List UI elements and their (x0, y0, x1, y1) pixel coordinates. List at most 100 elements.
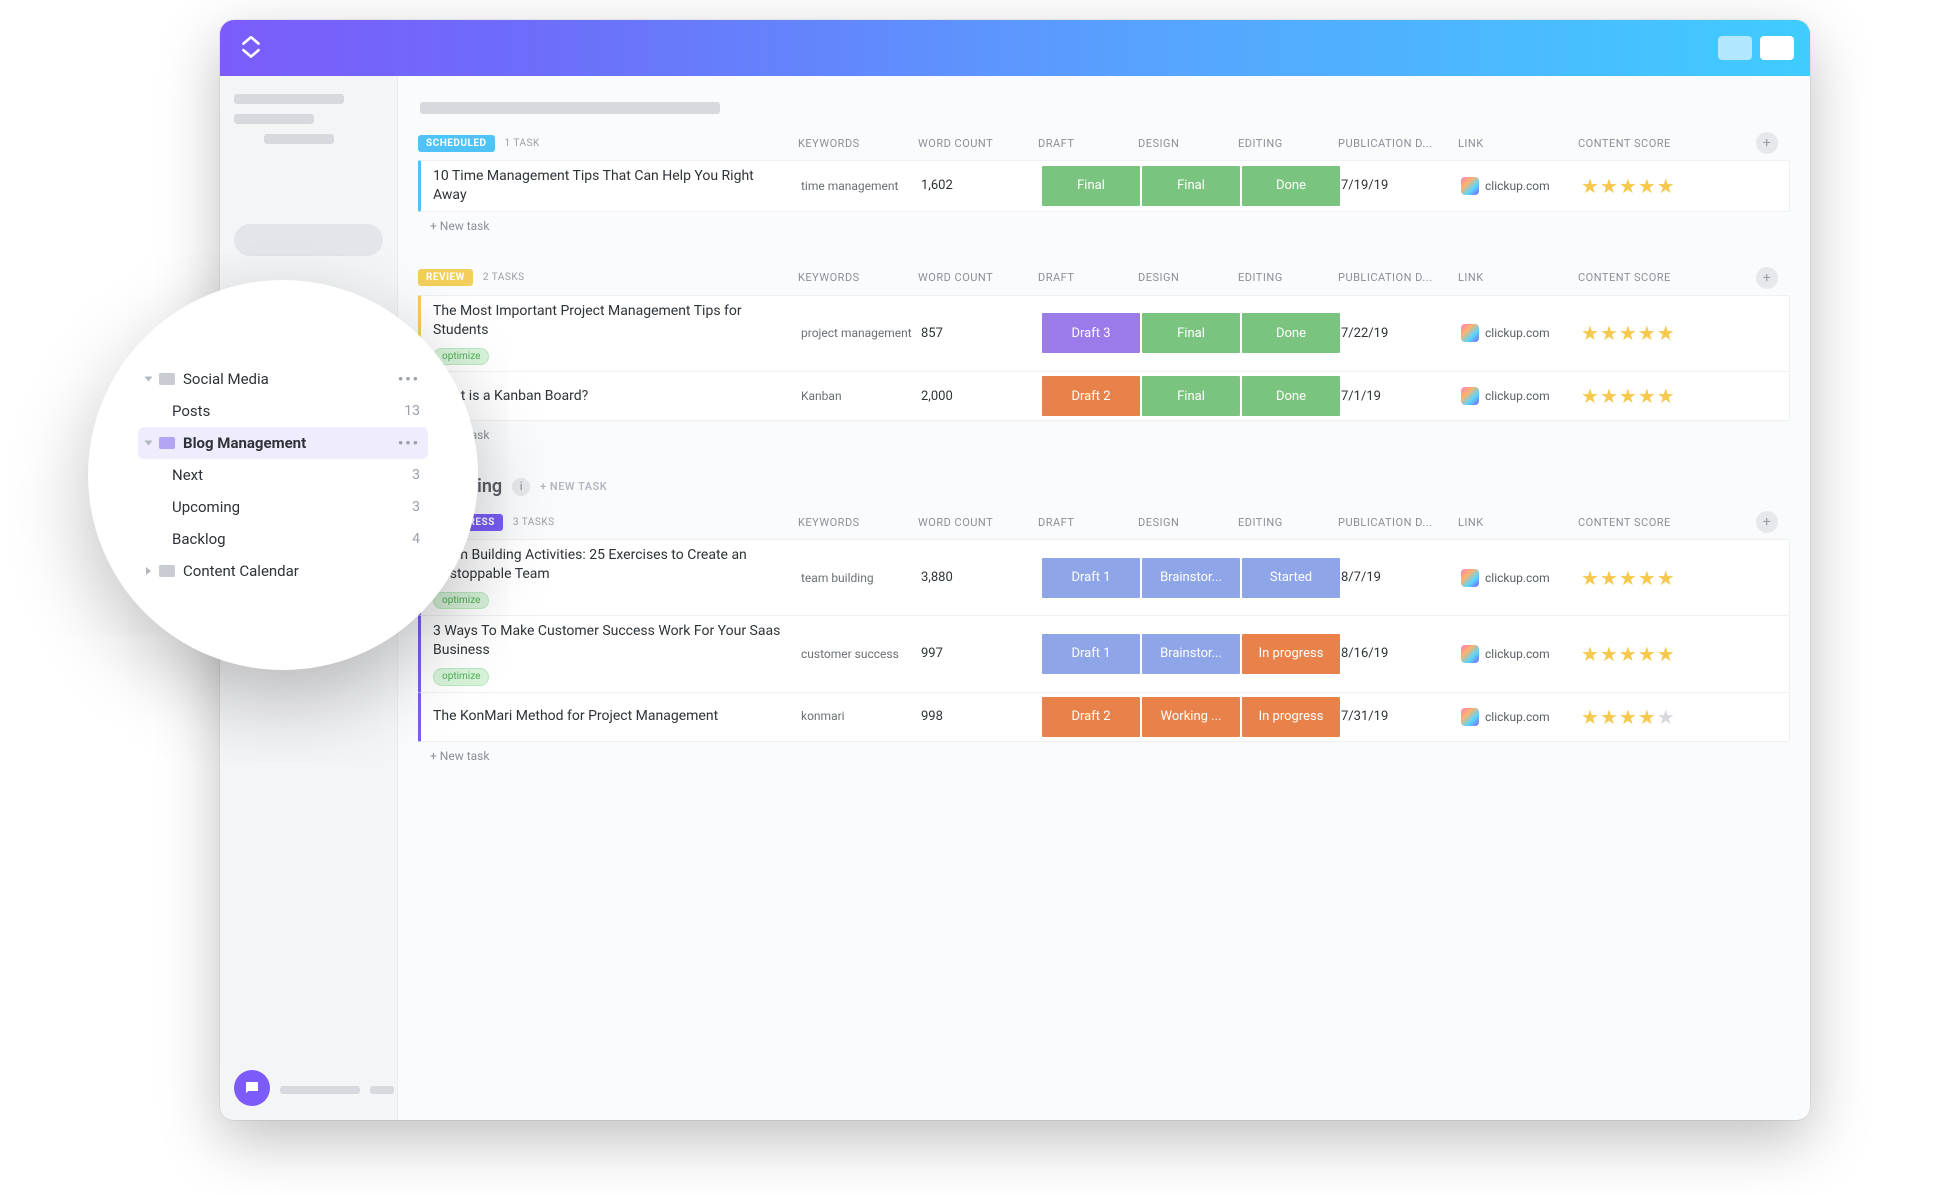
new-task-button[interactable]: + New task (418, 420, 1790, 450)
content-score-stars[interactable]: ★★★★★ (1581, 384, 1751, 408)
link-text: clickup.com (1485, 326, 1550, 340)
draft-status-cell[interactable]: Draft 1 (1042, 558, 1140, 598)
link-favicon-icon (1461, 177, 1479, 195)
sidebar-zoom-bubble: Social Media•••Posts13Blog Management•••… (88, 280, 478, 670)
content-score-stars[interactable]: ★★★★★ (1581, 321, 1751, 345)
design-status-cell[interactable]: Brainstor... (1142, 634, 1240, 674)
star-icon: ★ (1600, 384, 1619, 408)
content-score-stars[interactable]: ★★★★★ (1581, 705, 1751, 729)
sidebar-folder[interactable]: Content Calendar (138, 555, 428, 587)
editing-status-cell[interactable]: In progress (1242, 634, 1340, 674)
sidebar-folder[interactable]: Social Media••• (138, 363, 428, 395)
editing-status-cell[interactable]: Started (1242, 558, 1340, 598)
column-header-pub_date[interactable]: PUBLICATION D... (1338, 516, 1458, 529)
window-maximize-button[interactable] (1760, 36, 1794, 60)
task-title[interactable]: Team Building Activities: 25 Exercises t… (421, 546, 801, 609)
draft-status-cell[interactable]: Draft 1 (1042, 634, 1140, 674)
new-task-button[interactable]: + New task (418, 211, 1790, 241)
column-header-design[interactable]: DESIGN (1138, 516, 1238, 529)
task-row[interactable]: The KonMari Method for Project Managemen… (418, 692, 1790, 742)
link-cell[interactable]: clickup.com (1461, 645, 1581, 663)
status-pill[interactable]: SCHEDULED (418, 135, 495, 152)
design-status-cell[interactable]: Final (1142, 166, 1240, 206)
draft-status-cell[interactable]: Draft 2 (1042, 697, 1140, 737)
column-header-content_score[interactable]: CONTENT SCORE (1578, 516, 1748, 529)
draft-status-cell[interactable]: Final (1042, 166, 1140, 206)
add-column-button[interactable]: + (1756, 132, 1778, 154)
task-row[interactable]: 10 Time Management Tips That Can Help Yo… (418, 160, 1790, 212)
task-title[interactable]: 10 Time Management Tips That Can Help Yo… (421, 167, 801, 205)
content-score-stars[interactable]: ★★★★★ (1581, 566, 1751, 590)
star-icon: ★ (1619, 174, 1638, 198)
sidebar-list-item[interactable]: Upcoming3 (138, 491, 428, 523)
new-task-button[interactable]: + NEW TASK (540, 480, 607, 493)
more-icon[interactable]: ••• (398, 434, 420, 452)
task-title[interactable]: The Most Important Project Management Ti… (421, 302, 801, 365)
info-icon[interactable]: i (512, 478, 530, 496)
design-status-cell[interactable]: Working ... (1142, 697, 1240, 737)
window-minimize-button[interactable] (1718, 36, 1752, 60)
column-header-pub_date[interactable]: PUBLICATION D... (1338, 271, 1458, 284)
column-header-word_count[interactable]: WORD COUNT (918, 271, 1038, 284)
design-status-cell[interactable]: Final (1142, 376, 1240, 416)
star-icon: ★ (1581, 321, 1600, 345)
column-header-draft[interactable]: DRAFT (1038, 516, 1138, 529)
sidebar-placeholder (370, 1086, 394, 1094)
column-header-keywords[interactable]: KEYWORDS (798, 516, 918, 529)
task-title[interactable]: The KonMari Method for Project Managemen… (421, 707, 801, 726)
task-row[interactable]: What is a Kanban Board?Kanban2,000Draft … (418, 371, 1790, 421)
task-title[interactable]: What is a Kanban Board? (421, 387, 801, 406)
column-header-keywords[interactable]: KEYWORDS (798, 271, 918, 284)
link-text: clickup.com (1485, 571, 1550, 585)
editing-status-cell[interactable]: Done (1242, 376, 1340, 416)
column-header-link[interactable]: LINK (1458, 516, 1578, 529)
app-window: SCHEDULED1 TASKKEYWORDSWORD COUNTDRAFTDE… (220, 20, 1810, 1120)
sidebar-list-item[interactable]: Next3 (138, 459, 428, 491)
draft-status-cell[interactable]: Draft 3 (1042, 313, 1140, 353)
column-header-draft[interactable]: DRAFT (1038, 137, 1138, 150)
draft-status-cell[interactable]: Draft 2 (1042, 376, 1140, 416)
add-column-button[interactable]: + (1756, 267, 1778, 289)
new-task-button[interactable]: + New task (418, 741, 1790, 771)
link-cell[interactable]: clickup.com (1461, 387, 1581, 405)
column-header-link[interactable]: LINK (1458, 271, 1578, 284)
sidebar-list-item[interactable]: Backlog4 (138, 523, 428, 555)
link-cell[interactable]: clickup.com (1461, 708, 1581, 726)
column-header-content_score[interactable]: CONTENT SCORE (1578, 137, 1748, 150)
column-header-content_score[interactable]: CONTENT SCORE (1578, 271, 1748, 284)
editing-status-cell[interactable]: Done (1242, 313, 1340, 353)
column-header-editing[interactable]: EDITING (1238, 516, 1338, 529)
status-pill[interactable]: REVIEW (418, 269, 473, 286)
column-header-editing[interactable]: EDITING (1238, 137, 1338, 150)
sidebar-list-item[interactable]: Posts13 (138, 395, 428, 427)
link-cell[interactable]: clickup.com (1461, 177, 1581, 195)
chat-button[interactable] (234, 1070, 270, 1106)
more-icon[interactable]: ••• (398, 370, 420, 388)
column-header-word_count[interactable]: WORD COUNT (918, 137, 1038, 150)
task-title[interactable]: 3 Ways To Make Customer Success Work For… (421, 622, 801, 685)
column-header-link[interactable]: LINK (1458, 137, 1578, 150)
column-header-editing[interactable]: EDITING (1238, 271, 1338, 284)
sidebar-item-label: Next (172, 466, 203, 484)
column-header-pub_date[interactable]: PUBLICATION D... (1338, 137, 1458, 150)
editing-status-cell[interactable]: Done (1242, 166, 1340, 206)
column-header-design[interactable]: DESIGN (1138, 137, 1238, 150)
column-header-keywords[interactable]: KEYWORDS (798, 137, 918, 150)
add-column-button[interactable]: + (1756, 511, 1778, 533)
design-status-cell[interactable]: Brainstor... (1142, 558, 1240, 598)
search-input[interactable] (234, 224, 383, 256)
task-row[interactable]: Team Building Activities: 25 Exercises t… (418, 539, 1790, 616)
column-header-design[interactable]: DESIGN (1138, 271, 1238, 284)
column-header-word_count[interactable]: WORD COUNT (918, 516, 1038, 529)
link-cell[interactable]: clickup.com (1461, 569, 1581, 587)
task-row[interactable]: The Most Important Project Management Ti… (418, 295, 1790, 372)
link-favicon-icon (1461, 708, 1479, 726)
column-header-draft[interactable]: DRAFT (1038, 271, 1138, 284)
design-status-cell[interactable]: Final (1142, 313, 1240, 353)
content-score-stars[interactable]: ★★★★★ (1581, 642, 1751, 666)
sidebar-folder[interactable]: Blog Management••• (138, 427, 428, 459)
link-cell[interactable]: clickup.com (1461, 324, 1581, 342)
task-row[interactable]: 3 Ways To Make Customer Success Work For… (418, 615, 1790, 692)
content-score-stars[interactable]: ★★★★★ (1581, 174, 1751, 198)
editing-status-cell[interactable]: In progress (1242, 697, 1340, 737)
